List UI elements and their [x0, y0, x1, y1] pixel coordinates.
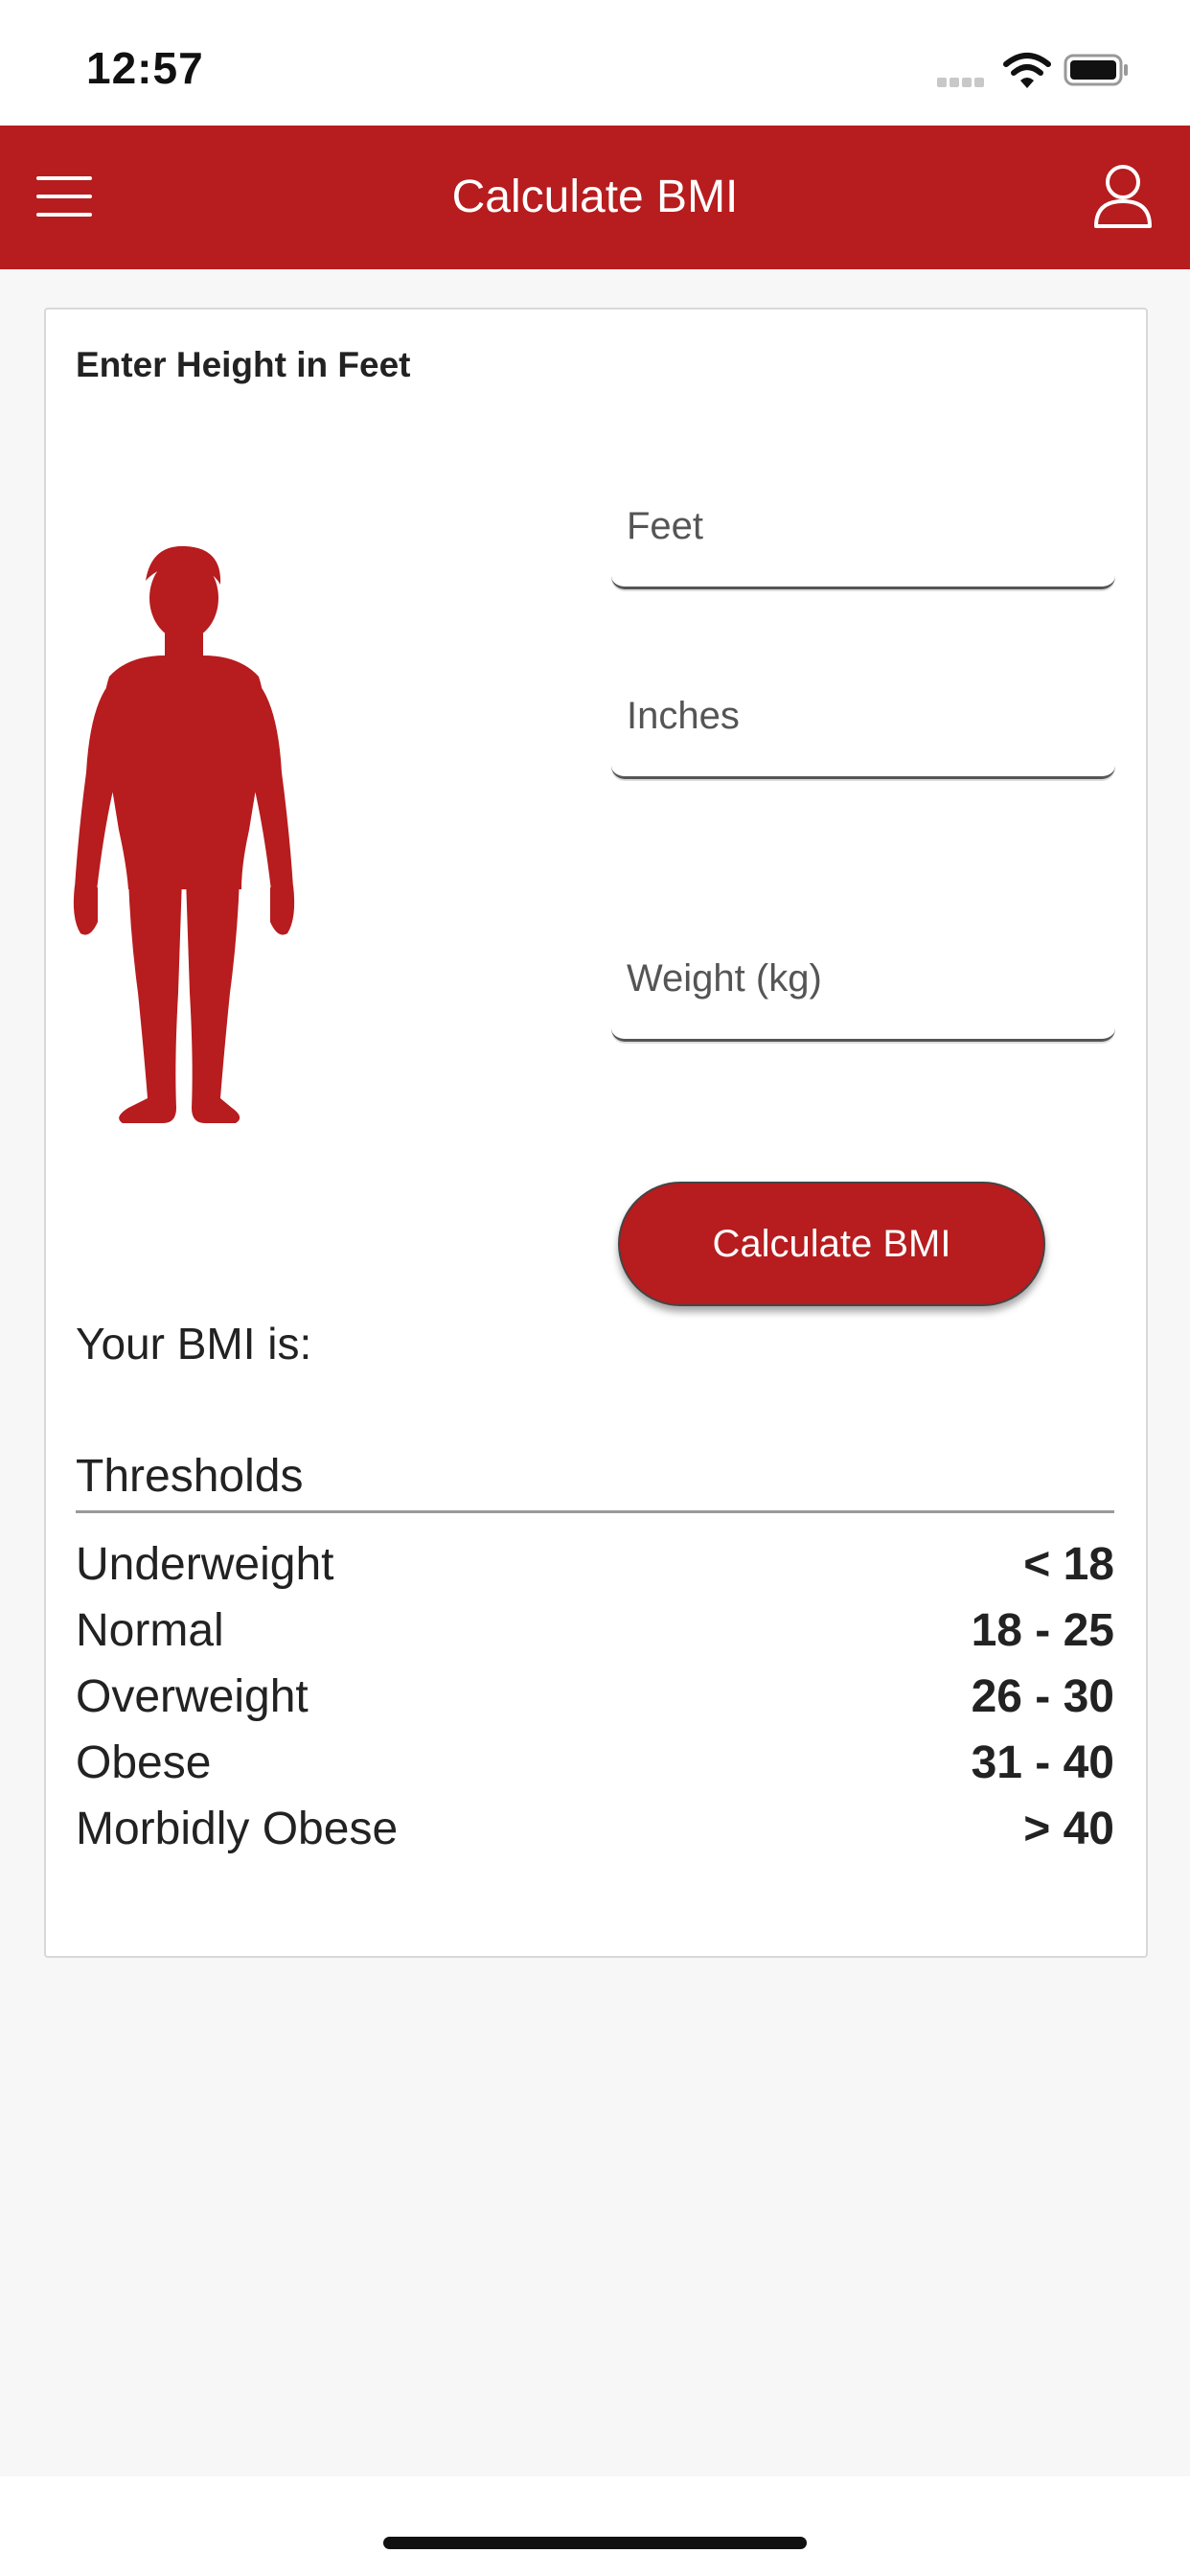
weight-input[interactable]: [625, 947, 1098, 1010]
height-label: Enter Height in Feet: [76, 345, 411, 384]
bmi-result-label: Your BMI is:: [76, 1319, 312, 1368]
threshold-value: < 18: [1023, 1539, 1114, 1590]
page-title: Calculate BMI: [451, 172, 739, 222]
human-silhouette-icon: [73, 545, 295, 1123]
threshold-row: Normal 18 - 25: [76, 1598, 1114, 1664]
home-indicator[interactable]: [383, 2537, 807, 2549]
feet-field[interactable]: [611, 468, 1115, 589]
weight-field[interactable]: [611, 920, 1115, 1042]
calculate-bmi-button[interactable]: Calculate BMI: [618, 1182, 1045, 1306]
threshold-row: Underweight < 18: [76, 1531, 1114, 1598]
threshold-label: Overweight: [76, 1671, 309, 1722]
threshold-value: > 40: [1023, 1804, 1114, 1854]
signal-icon: [937, 75, 993, 88]
threshold-row: Overweight 26 - 30: [76, 1664, 1114, 1730]
feet-input[interactable]: [625, 494, 1098, 558]
threshold-row: Morbidly Obese > 40: [76, 1796, 1114, 1862]
threshold-label: Obese: [76, 1737, 212, 1788]
bottom-safe-area: [0, 2476, 1190, 2576]
threshold-label: Morbidly Obese: [76, 1804, 399, 1854]
threshold-label: Underweight: [76, 1539, 334, 1590]
thresholds-divider: [76, 1510, 1114, 1513]
threshold-value: 18 - 25: [971, 1605, 1114, 1656]
threshold-value: 26 - 30: [971, 1671, 1114, 1722]
thresholds-title: Thresholds: [76, 1451, 304, 1502]
threshold-value: 31 - 40: [971, 1737, 1114, 1788]
threshold-row: Obese 31 - 40: [76, 1730, 1114, 1796]
wifi-icon: [1003, 53, 1051, 88]
status-time: 12:57: [86, 43, 204, 93]
battery-icon: [1064, 54, 1128, 86]
thresholds-list: Underweight < 18 Normal 18 - 25 Overweig…: [76, 1531, 1114, 1862]
threshold-label: Normal: [76, 1605, 224, 1656]
inches-input[interactable]: [625, 684, 1098, 748]
user-profile-icon[interactable]: [1092, 163, 1154, 230]
inches-field[interactable]: [611, 657, 1115, 779]
